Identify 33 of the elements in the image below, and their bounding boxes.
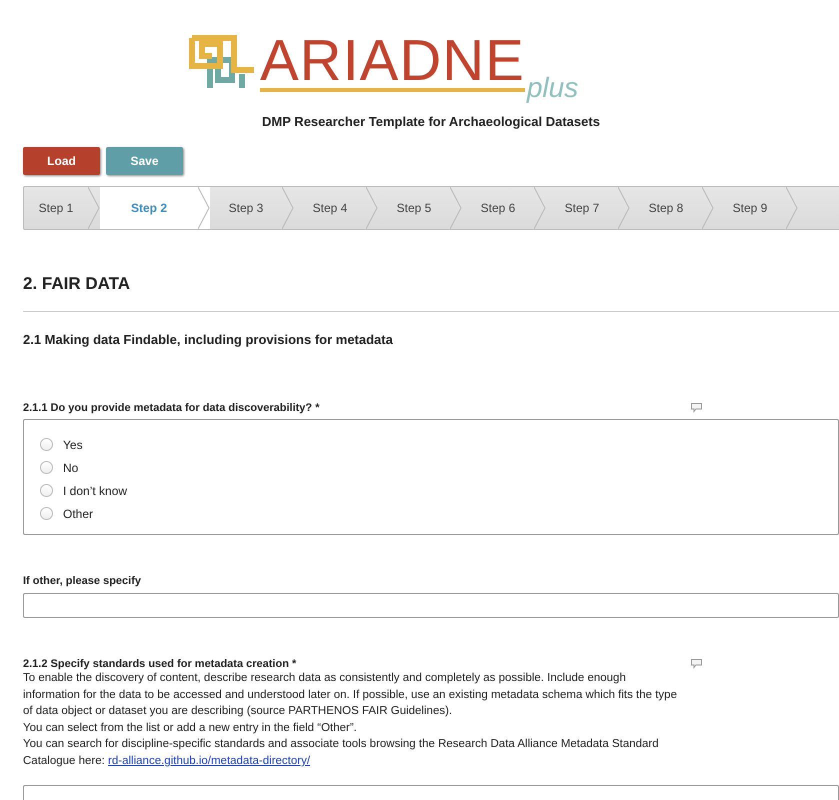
step-tab[interactable]: Step 8	[630, 187, 714, 229]
step-tab[interactable]: Step 1	[24, 187, 100, 229]
step-tab[interactable]: Step 3	[210, 187, 294, 229]
step-tab[interactable]: Step 2	[100, 187, 210, 229]
step-tab[interactable]: Step 9	[714, 187, 798, 229]
option-label: No	[63, 460, 78, 474]
radio-button[interactable]	[40, 484, 53, 497]
page-subtitle: DMP Researcher Template for Archaeological Datasets	[261, 114, 601, 129]
option-label: Yes	[63, 438, 83, 452]
link[interactable]: rd-alliance.github.io/metadata-directory/	[108, 754, 310, 767]
subsection-heading: 2.1 Making data Findable, including provisions for metadata	[23, 332, 394, 347]
input-field[interactable]	[23, 593, 839, 618]
logo-suffix: plus	[526, 72, 578, 104]
toolbar-button[interactable]: Load	[23, 147, 100, 175]
step-tab[interactable]: Step 6	[462, 187, 546, 229]
question-label: 2.1.1 Do you provide metadata for data discoverability? *	[23, 402, 320, 414]
option-label: Other	[63, 506, 94, 520]
step-tab[interactable]: Step 7	[546, 187, 630, 229]
radio-button[interactable]	[40, 438, 53, 451]
step-tab[interactable]: Step 4	[294, 187, 378, 229]
help-text: You can search for discipline-specific standards and associate tools browsing the Research Data Alliance Metadata Standard Catalogue here: rd-alliance.github.io/metadata-directory/	[23, 737, 660, 769]
help-text: You can select from the list or add a new entry in the field “Other”.	[23, 720, 358, 736]
help-text: To enable the discovery of content, describe research data as consistently and completely as possible. Include enough information for the data to be accessed and understood later on. If possible, use an existing metadata schema which fits the type of data object or dataset you are describing (source PARTHENOS FAIR Guidelines).	[23, 671, 678, 720]
question-label: 2.1.2 Specify standards used for metadata creation *	[23, 658, 296, 670]
option-label: I don’t know	[63, 484, 128, 498]
step-tab[interactable]: Step 5	[378, 187, 462, 229]
question-label: If other, please specify	[23, 575, 141, 587]
radio-button[interactable]	[40, 461, 53, 474]
comment-icon[interactable]	[690, 402, 703, 413]
radio-button[interactable]	[40, 507, 53, 520]
comment-icon[interactable]	[690, 658, 703, 669]
section-heading: 2. FAIR DATA	[23, 274, 132, 294]
logo-wordmark: ARIADNE	[260, 34, 525, 92]
